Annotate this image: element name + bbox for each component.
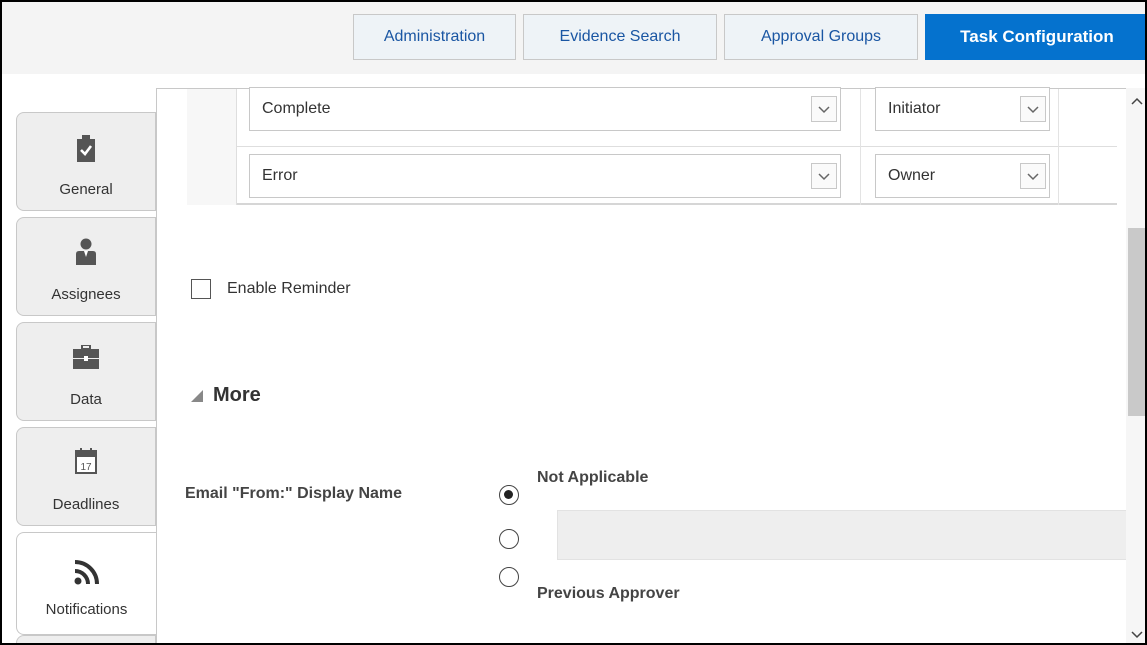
enable-reminder-checkbox[interactable] — [191, 279, 211, 299]
side-tab-label: Notifications — [45, 601, 128, 618]
scrollbar-thumb[interactable] — [1128, 228, 1145, 416]
scroll-down-icon[interactable] — [1130, 628, 1144, 643]
event-select[interactable]: Error — [249, 154, 841, 198]
table-row: Complete Initiator — [187, 87, 1117, 147]
chevron-down-icon[interactable] — [811, 163, 837, 189]
enable-reminder-label: Enable Reminder — [227, 280, 351, 297]
chevron-down-icon[interactable] — [1020, 96, 1046, 122]
briefcase-icon — [17, 344, 155, 374]
column-divider — [1058, 147, 1059, 205]
tab-approval-groups[interactable]: Approval Groups — [724, 14, 918, 60]
chevron-down-icon[interactable] — [1020, 163, 1046, 189]
svg-text:17: 17 — [80, 462, 92, 473]
column-divider — [1058, 89, 1059, 147]
radio-label-not-applicable: Not Applicable — [537, 469, 649, 486]
radio-not-applicable[interactable] — [499, 485, 519, 505]
row-header[interactable] — [187, 89, 237, 147]
column-divider — [860, 147, 861, 205]
tab-evidence-search[interactable]: Evidence Search — [523, 14, 717, 60]
tab-task-configuration[interactable]: Task Configuration — [925, 14, 1145, 60]
side-tab-deadlines[interactable]: 17 Deadlines — [16, 427, 156, 526]
clipboard-check-icon — [17, 135, 155, 168]
custom-display-name-input[interactable] — [557, 510, 1145, 560]
recipient-select-value: Owner — [888, 167, 936, 184]
side-tab-notifications[interactable]: Notifications — [16, 532, 156, 635]
radio-custom-name[interactable] — [499, 529, 519, 549]
recipient-select-value: Initiator — [888, 100, 941, 117]
more-section-title[interactable]: More — [213, 384, 261, 407]
radio-previous-approver[interactable] — [499, 567, 519, 587]
side-tab-data[interactable]: Data — [16, 322, 156, 421]
event-select-value: Error — [262, 167, 298, 184]
side-tab-label: Assignees — [51, 286, 121, 303]
collapse-triangle-icon[interactable] — [190, 389, 204, 408]
tab-administration[interactable]: Administration — [353, 14, 516, 60]
notifications-panel: Complete Initiator Error Owner Enable Re… — [156, 87, 1145, 643]
person-icon — [17, 238, 155, 271]
side-tab-label: General — [59, 181, 113, 198]
side-tab-next[interactable] — [16, 635, 156, 643]
chevron-down-icon[interactable] — [811, 96, 837, 122]
radio-label-previous-approver: Previous Approver — [537, 585, 680, 602]
side-tab-assignees[interactable]: Assignees — [16, 217, 156, 316]
side-tab-general[interactable]: General — [16, 112, 156, 211]
side-tab-label: Deadlines — [52, 496, 120, 513]
table-row: Error Owner — [187, 147, 1117, 205]
row-header[interactable] — [187, 147, 237, 205]
top-tab-bar: Administration Evidence Search Approval … — [2, 2, 1145, 74]
event-select-value: Complete — [262, 100, 331, 117]
recipient-select[interactable]: Owner — [875, 154, 1050, 198]
email-from-display-name-label: Email "From:" Display Name — [185, 485, 403, 502]
vertical-scrollbar[interactable] — [1126, 88, 1145, 643]
scroll-up-icon[interactable] — [1130, 94, 1144, 112]
task-configuration-window: Administration Evidence Search Approval … — [0, 0, 1147, 645]
column-divider — [860, 89, 861, 147]
event-select[interactable]: Complete — [249, 87, 841, 131]
rss-feed-icon — [17, 559, 156, 590]
calendar-icon: 17 — [17, 448, 155, 479]
recipient-select[interactable]: Initiator — [875, 87, 1050, 131]
side-tab-label: Data — [70, 391, 102, 408]
radio-selected-dot — [504, 490, 513, 499]
